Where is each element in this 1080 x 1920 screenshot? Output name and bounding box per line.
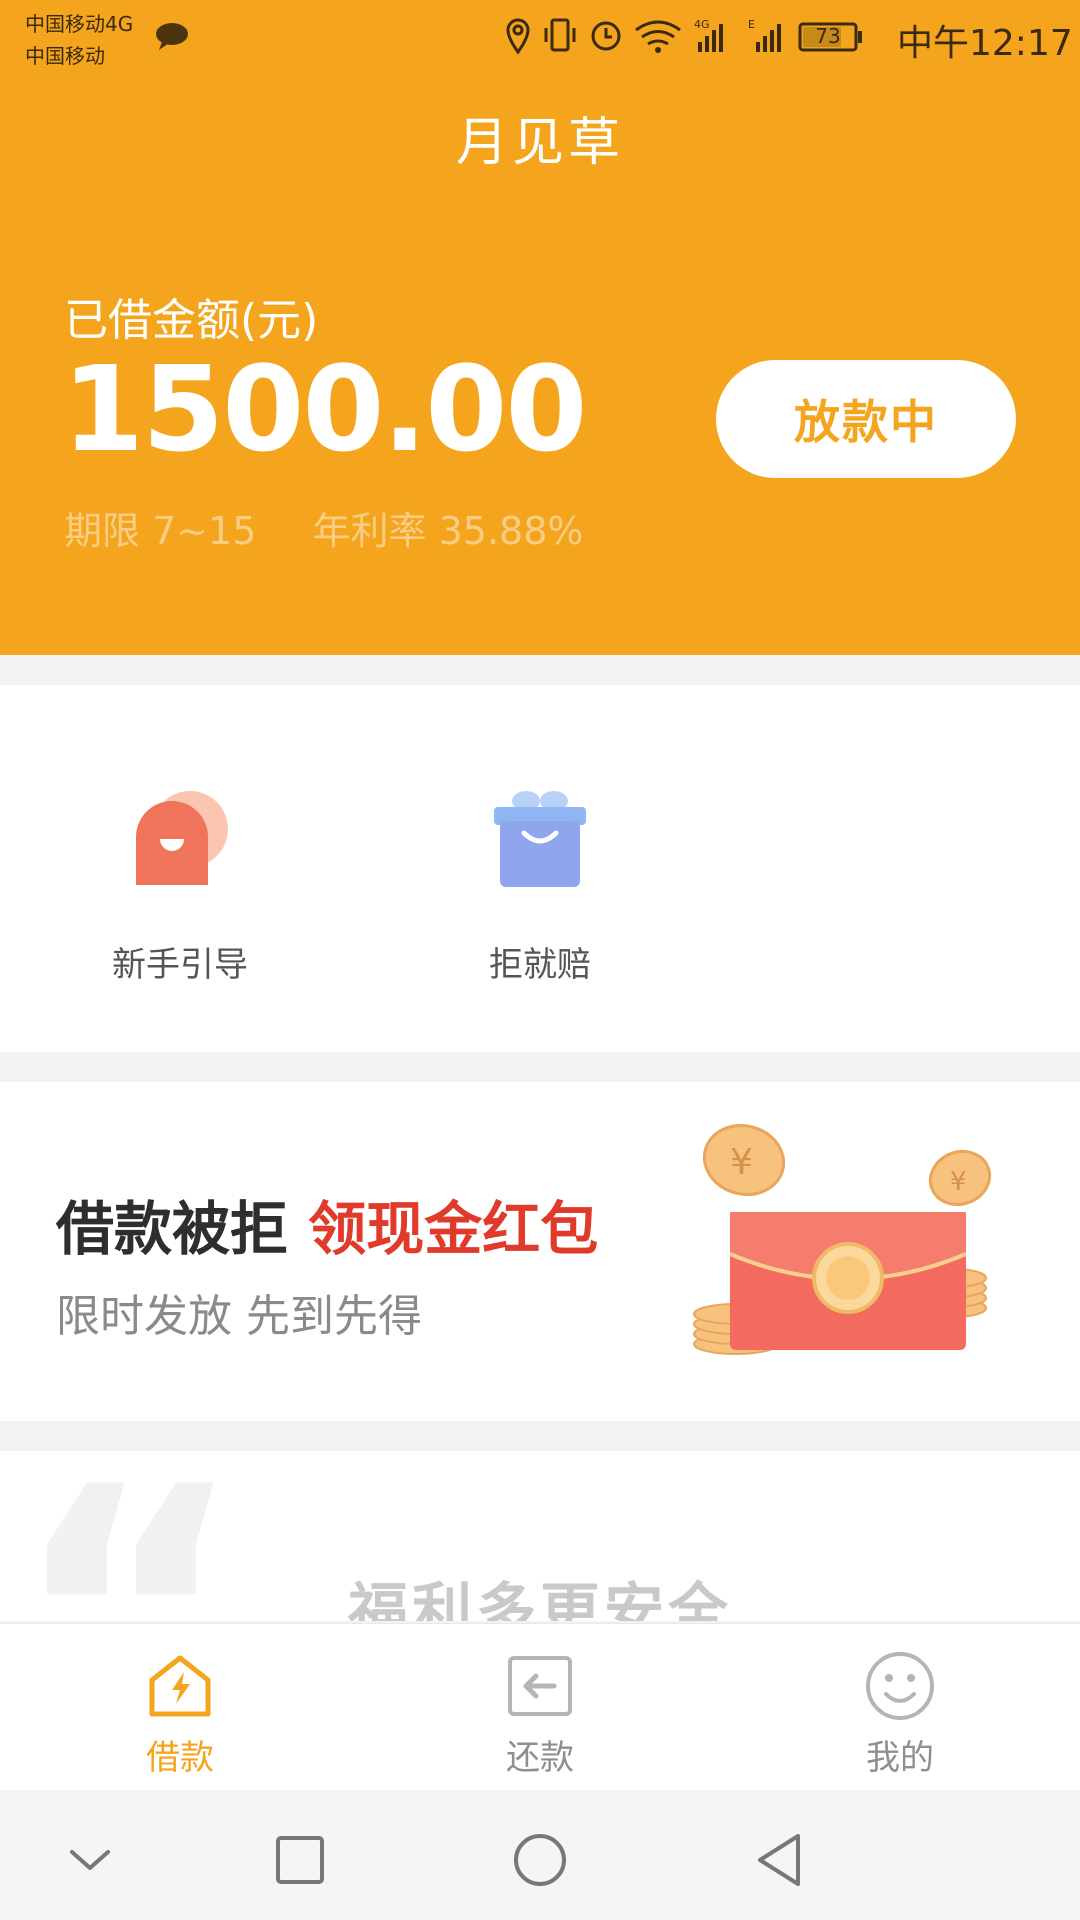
carrier-label-2: 中国移动 <box>25 44 105 68</box>
feature-label: 拒就赔 <box>489 945 591 985</box>
collapse-icon[interactable] <box>50 1820 130 1900</box>
tab-label: 还款 <box>506 1738 574 1778</box>
feature-refund[interactable]: 拒就赔 <box>420 685 660 1052</box>
clock: 中午12:17 <box>897 23 1073 64</box>
carrier-label-1: 中国移动4G <box>25 12 134 36</box>
battery-level: 73 <box>815 24 841 48</box>
lightning-house-icon <box>149 1655 211 1717</box>
promo-banner[interactable]: 借款被拒 领现金红包 限时发放 先到先得 ¥ ¥ <box>0 1082 1080 1421</box>
feature-label: 新手引导 <box>112 945 248 985</box>
svg-text:¥: ¥ <box>950 1167 967 1197</box>
bottom-tab-bar: 借款 还款 我的 <box>0 1623 1080 1791</box>
shopping-bag-icon <box>494 791 586 887</box>
term-text: 期限 7~15 <box>64 509 257 553</box>
system-nav-bar <box>0 1790 1080 1920</box>
svg-text:4G: 4G <box>694 18 710 31</box>
return-arrow-icon <box>508 1656 572 1716</box>
vibrate-icon <box>550 18 570 52</box>
home-icon[interactable] <box>500 1820 580 1900</box>
feature-guide[interactable]: 新手引导 <box>60 685 300 1052</box>
banner-subtitle: 限时发放 先到先得 <box>56 1291 422 1342</box>
safety-card-title: 福利多更安全 <box>348 1577 732 1621</box>
feature-section: 新手引导 拒就赔 <box>0 685 1080 1052</box>
red-envelope-illustration: ¥ ¥ <box>693 1124 992 1355</box>
borrowed-amount-value: 1500.00 <box>62 340 587 478</box>
svg-text:E: E <box>748 18 755 31</box>
banner-title: 借款被拒 领现金红包 <box>56 1182 598 1266</box>
header: 中国移动4G 中国移动 4G E 73 中午12:17 月见草 已借金额(元) … <box>0 0 1080 655</box>
tab-mine[interactable]: 我的 <box>720 1624 1080 1791</box>
wifi-icon <box>635 20 681 46</box>
annual-rate-text: 年利率 35.88% <box>312 509 584 553</box>
loan-terms: 期限 7~15 年利率 35.88% <box>64 500 628 555</box>
svg-text:¥: ¥ <box>730 1142 753 1183</box>
banner-title-main: 借款被拒 <box>56 1195 309 1263</box>
tab-label: 借款 <box>146 1738 214 1778</box>
banner-title-highlight: 领现金红包 <box>308 1195 599 1263</box>
borrowed-amount-label: 已借金额(元) <box>64 295 319 346</box>
tab-label: 我的 <box>866 1738 934 1778</box>
chat-bubble-icon <box>136 791 228 885</box>
safety-card: “ ” 福利多更安全 <box>0 1451 1080 1621</box>
loan-status-button[interactable]: 放款中 <box>716 360 1016 478</box>
message-icon <box>156 23 188 50</box>
tab-borrow[interactable]: 借款 <box>0 1624 360 1791</box>
page-title: 月见草 <box>455 113 624 173</box>
smiley-icon <box>866 1652 934 1720</box>
recents-icon[interactable] <box>260 1820 340 1900</box>
back-icon[interactable] <box>740 1820 820 1900</box>
status-bar: 中国移动4G 中国移动 4G E 73 中午12:17 <box>0 0 1080 72</box>
tab-repay[interactable]: 还款 <box>360 1624 720 1791</box>
